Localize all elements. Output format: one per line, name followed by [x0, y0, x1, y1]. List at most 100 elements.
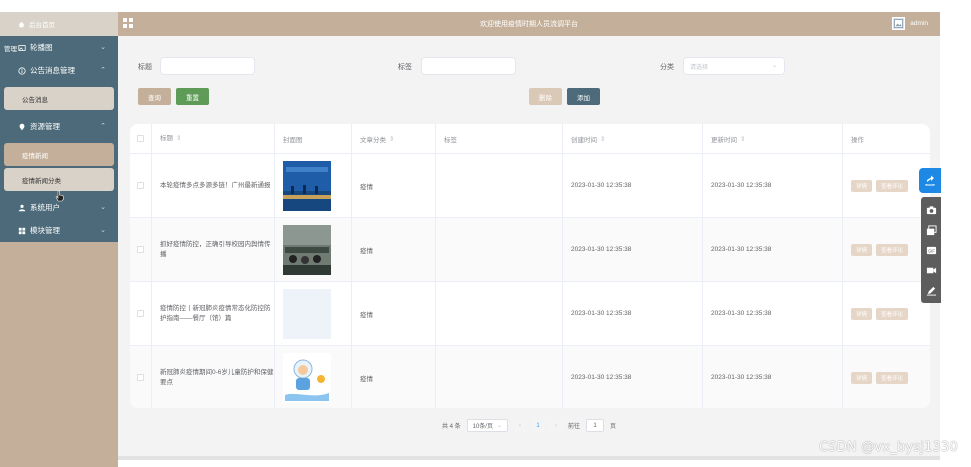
goto-label: 前往	[568, 424, 581, 430]
sort-icon: ⇕	[389, 135, 395, 143]
table-row: 抓好疫情防控，正确引导校园内舆情传播 疫情 2023-01-30 12:35:3…	[130, 218, 930, 282]
row-created: 2023-01-30 12:35:38	[563, 154, 703, 217]
chevron-down-icon: ⌄	[100, 227, 106, 234]
header-created[interactable]: 创建时间 ⇕	[563, 124, 703, 153]
sidebar-item-modules[interactable]: 模块管理 ⌄	[0, 219, 118, 242]
row-checkbox[interactable]	[137, 182, 144, 189]
sidebar-item-carousel[interactable]: 管理 轮播图 ⌄	[0, 36, 118, 59]
sidebar-submenu-notice: 公告消息	[0, 82, 118, 115]
row-created: 2023-01-30 12:35:38	[563, 282, 703, 345]
view-comments-button[interactable]: 查看评论	[876, 307, 909, 320]
sidebar-item-carousel-label: 轮播图	[30, 43, 53, 52]
row-title: 抓好疫情防控，正确引导校园内舆情传播	[152, 218, 275, 281]
window-tool[interactable]	[921, 220, 941, 240]
sidebar-item-news-category[interactable]: 疫情新闻分类	[4, 168, 114, 191]
detail-button[interactable]: 详情	[851, 179, 873, 192]
next-page-button[interactable]: ›	[550, 419, 562, 432]
row-category: 疫情	[352, 346, 436, 408]
view-comments-button[interactable]: 查看评论	[876, 371, 909, 384]
row-updated: 2023-01-30 12:35:38	[703, 154, 843, 217]
screenshot-tool[interactable]	[921, 200, 941, 220]
title-filter-input[interactable]	[160, 57, 255, 75]
goto-page-input[interactable]: 1	[586, 419, 605, 432]
row-updated: 2023-01-30 12:35:38	[703, 218, 843, 281]
pencil-icon	[926, 286, 936, 296]
gif-tool[interactable]: GIF	[921, 240, 941, 260]
chevron-down-icon: ⌄	[100, 204, 106, 211]
page-title: 欢迎使用疫情时期人员流调平台	[480, 21, 578, 28]
header-category[interactable]: 文章分类 ⇕	[352, 124, 436, 153]
sidebar-home[interactable]: 后台首页	[0, 12, 118, 36]
row-updated: 2023-01-30 12:35:38	[703, 346, 843, 408]
detail-button[interactable]: 详情	[851, 307, 873, 320]
header-actions-label: 操作	[851, 136, 864, 144]
row-updated: 2023-01-30 12:35:38	[703, 282, 843, 345]
title-filter-label: 标题	[138, 64, 152, 71]
view-comments-button[interactable]: 查看评论	[876, 179, 909, 192]
window-icon	[926, 224, 937, 235]
detail-button[interactable]: 详情	[851, 243, 873, 256]
video-tool[interactable]	[921, 260, 941, 280]
row-tags	[436, 154, 563, 217]
page-number-current[interactable]: 1	[532, 419, 544, 432]
sidebar-item-notice-group[interactable]: 公告消息管理 ⌃	[0, 59, 118, 82]
cover-image-child-illustration	[283, 352, 331, 403]
sort-icon: ⇕	[176, 134, 182, 142]
news-table: 标题 ⇕ 封面图 文章分类 ⇕ 标签 创建时间 ⇕ 更新时间 ⇕ 操作 本轮疫情多点多源…	[130, 124, 930, 408]
username: admin	[910, 20, 928, 27]
header-title-label: 标题	[160, 134, 173, 142]
sidebar-item-users-label: 系统用户	[30, 203, 60, 212]
sidebar-item-news[interactable]: 疫情新闻	[4, 143, 114, 166]
select-all-checkbox[interactable]	[137, 135, 144, 142]
sort-icon: ⇕	[600, 135, 606, 143]
header-title[interactable]: 标题 ⇕	[152, 124, 275, 153]
share-button[interactable]	[919, 168, 941, 193]
row-checkbox[interactable]	[137, 246, 144, 253]
row-cover	[275, 346, 352, 408]
sidebar-item-news-category-label: 疫情新闻分类	[22, 177, 61, 185]
sidebar-item-resource-group-label: 资源管理	[30, 122, 60, 131]
sidebar-item-resource-group[interactable]: 资源管理 ⌃	[0, 115, 118, 138]
annotate-tool[interactable]	[921, 280, 941, 300]
category-filter-label: 分类	[660, 64, 674, 71]
camera-icon	[926, 205, 936, 214]
avatar	[892, 17, 906, 30]
page-size-select[interactable]: 10条/页 ⌄	[466, 419, 508, 432]
view-comments-button[interactable]: 查看评论	[876, 243, 909, 256]
category-filter-select[interactable]: 请选择 ⌄	[683, 57, 785, 75]
sidebar-submenu-resource: 疫情新闻 疫情新闻分类	[0, 138, 118, 196]
chevron-up-icon: ⌃	[100, 123, 106, 130]
row-cover	[275, 154, 352, 217]
row-checkbox[interactable]	[137, 310, 144, 317]
sidebar-home-label: 后台首页	[29, 22, 55, 29]
chevron-up-icon: ⌃	[100, 67, 106, 74]
header-tags: 标签	[436, 124, 563, 153]
row-tags	[436, 346, 563, 408]
sidebar-carousel-prefix: 管理	[4, 45, 17, 53]
header-cover: 封面图	[275, 124, 352, 153]
chevron-down-icon: ⌄	[496, 423, 502, 429]
sidebar-item-modules-label: 模块管理	[30, 226, 60, 235]
user-menu[interactable]: admin	[892, 17, 928, 30]
select-all-cell	[130, 124, 152, 153]
row-title: 新冠肺炎疫情期间0-6岁儿童防护和保健要点	[152, 346, 275, 408]
prev-page-button[interactable]: ‹	[514, 419, 526, 432]
row-checkbox[interactable]	[137, 374, 144, 381]
detail-button[interactable]: 详情	[851, 371, 873, 384]
row-cover	[275, 218, 352, 281]
header-actions: 操作	[843, 124, 930, 153]
add-button[interactable]: 添加	[567, 88, 600, 105]
video-icon	[926, 267, 936, 273]
page-unit-label: 页	[610, 424, 617, 430]
hand-cursor-icon	[55, 190, 64, 202]
sidebar-item-notice[interactable]: 公告消息	[4, 87, 114, 110]
table-row: 本轮疫情多点多源多链！广州最新通报 疫情 2023-01-30 12:35:38…	[130, 154, 930, 218]
tag-filter-input[interactable]	[421, 57, 516, 75]
header-updated[interactable]: 更新时间 ⇕	[703, 124, 843, 153]
horizontal-scrollbar[interactable]	[118, 456, 940, 460]
search-button[interactable]: 查询	[138, 88, 171, 105]
delete-button[interactable]: 删除	[529, 88, 562, 105]
pagination-total: 共 4 条	[441, 424, 461, 430]
gif-icon: GIF	[926, 246, 936, 254]
reset-button[interactable]: 重置	[176, 88, 209, 105]
